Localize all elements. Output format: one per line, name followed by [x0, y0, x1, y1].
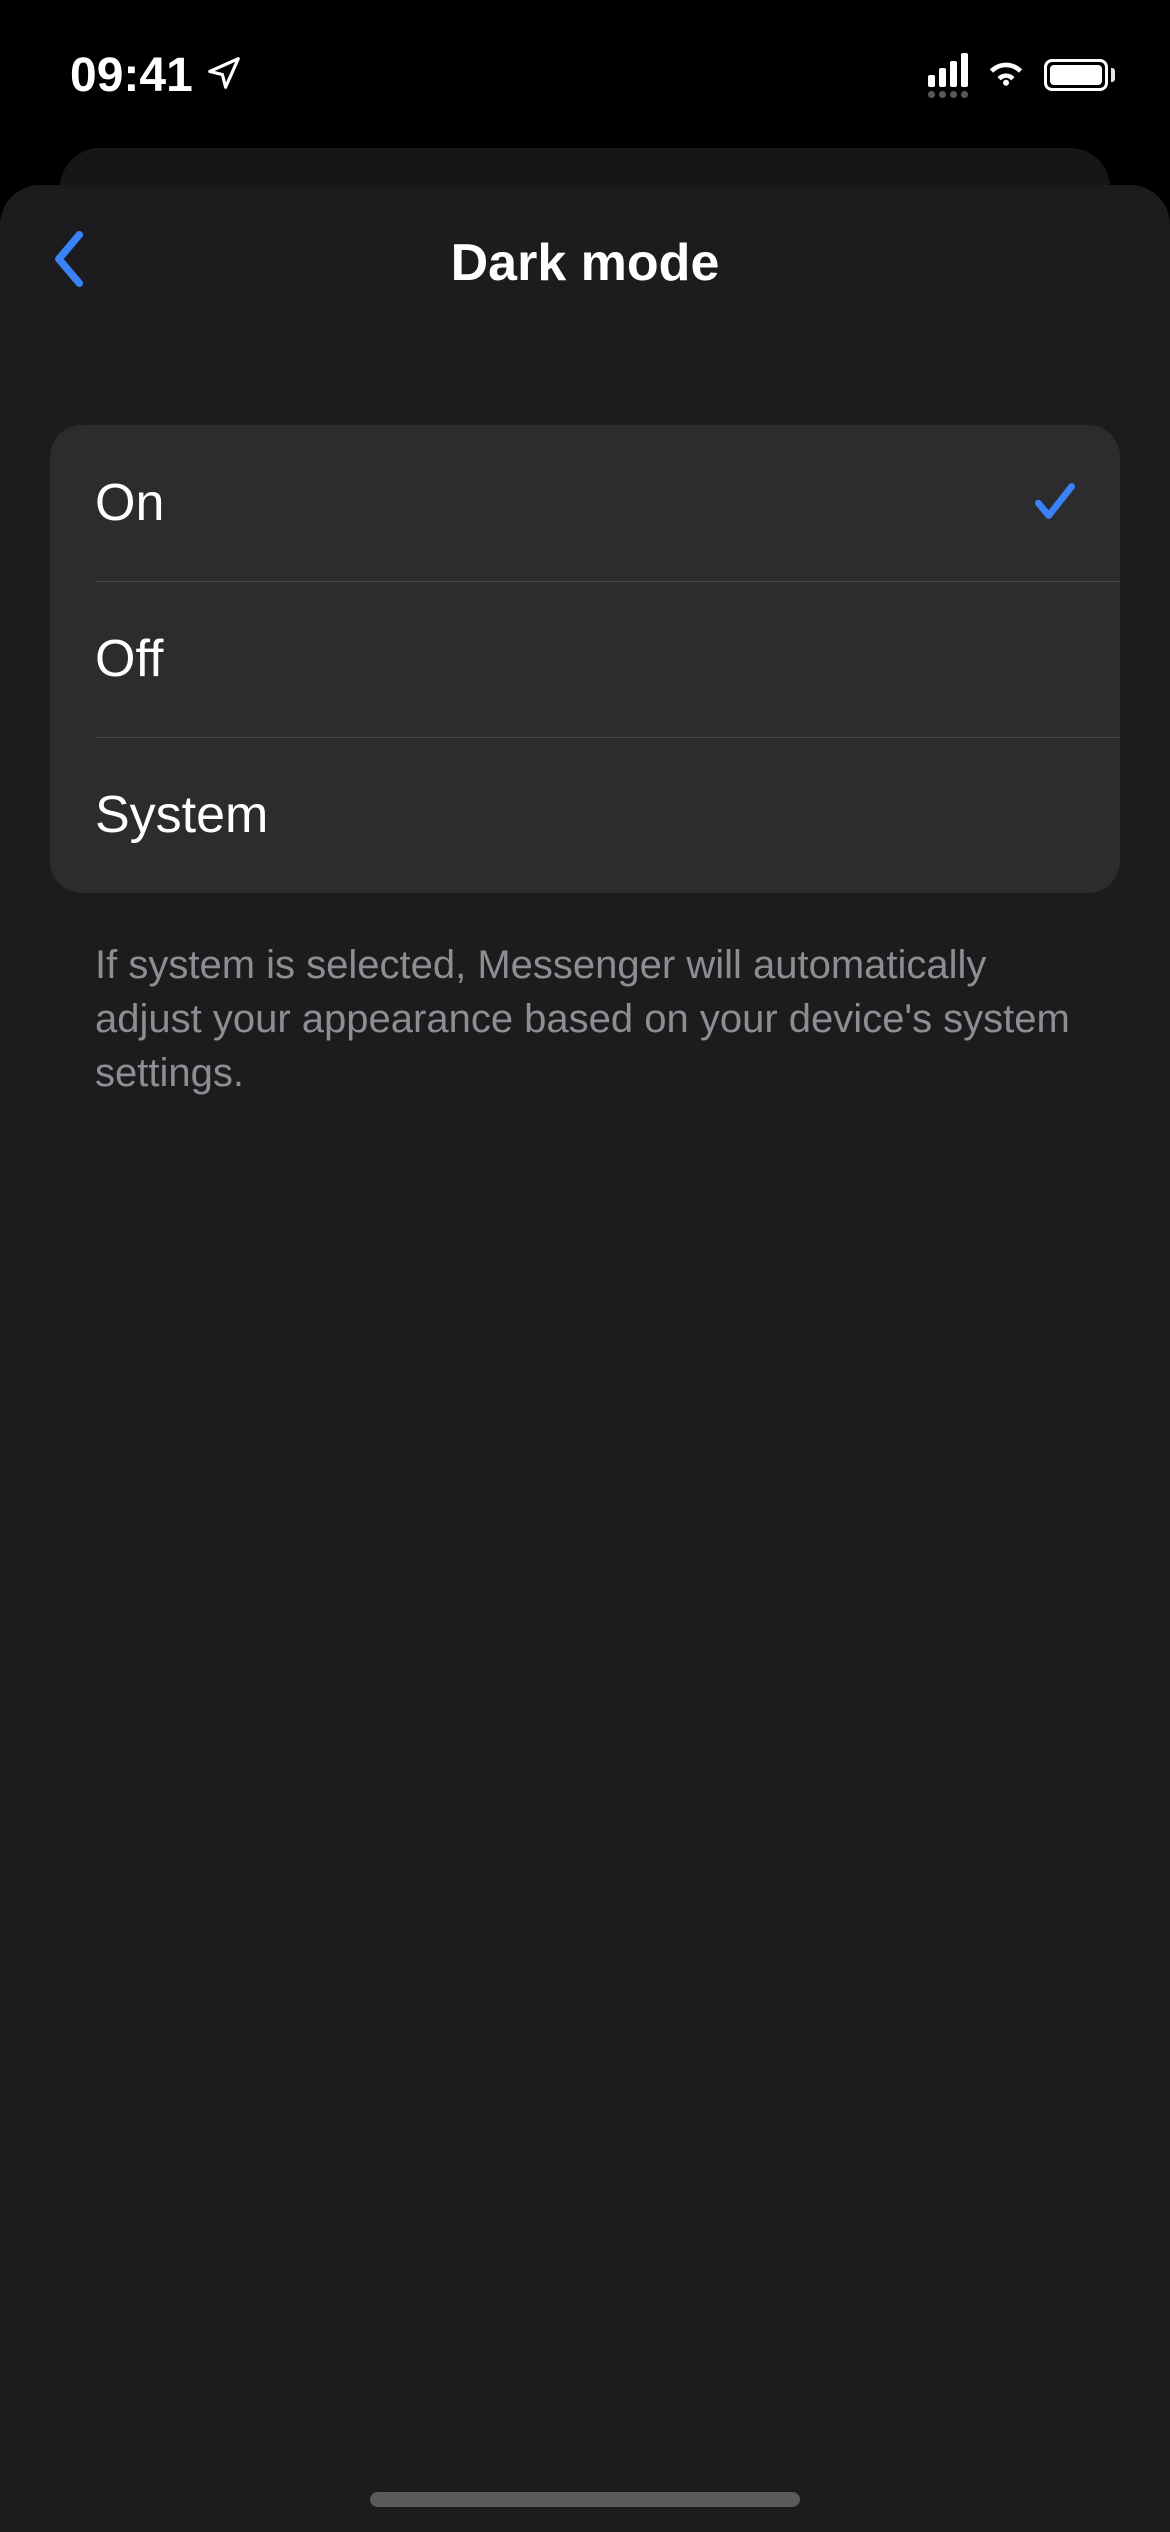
battery-icon: [1044, 59, 1115, 91]
home-indicator[interactable]: [370, 2492, 800, 2507]
status-right: [928, 53, 1115, 98]
cellular-signal-icon: [928, 53, 968, 98]
status-left: 09:41: [70, 48, 243, 103]
dark-mode-option-on[interactable]: On: [50, 425, 1120, 581]
back-button[interactable]: [40, 219, 100, 299]
checkmark-icon: [1030, 476, 1080, 531]
nav-bar: Dark mode: [0, 185, 1170, 325]
dark-mode-options-group: On Off System: [50, 425, 1120, 893]
settings-sheet: Dark mode On Off Syst: [0, 185, 1170, 2532]
dark-mode-option-off[interactable]: Off: [50, 581, 1120, 737]
option-label: Off: [95, 629, 163, 689]
option-label: System: [95, 785, 268, 845]
wifi-icon: [983, 56, 1029, 95]
location-icon: [205, 54, 243, 97]
footer-description: If system is selected, Messenger will au…: [95, 938, 1075, 1100]
option-label: On: [95, 473, 164, 533]
status-time: 09:41: [70, 48, 193, 103]
page-title: Dark mode: [451, 233, 720, 293]
dark-mode-option-system[interactable]: System: [50, 737, 1120, 893]
status-bar: 09:41: [0, 0, 1170, 120]
